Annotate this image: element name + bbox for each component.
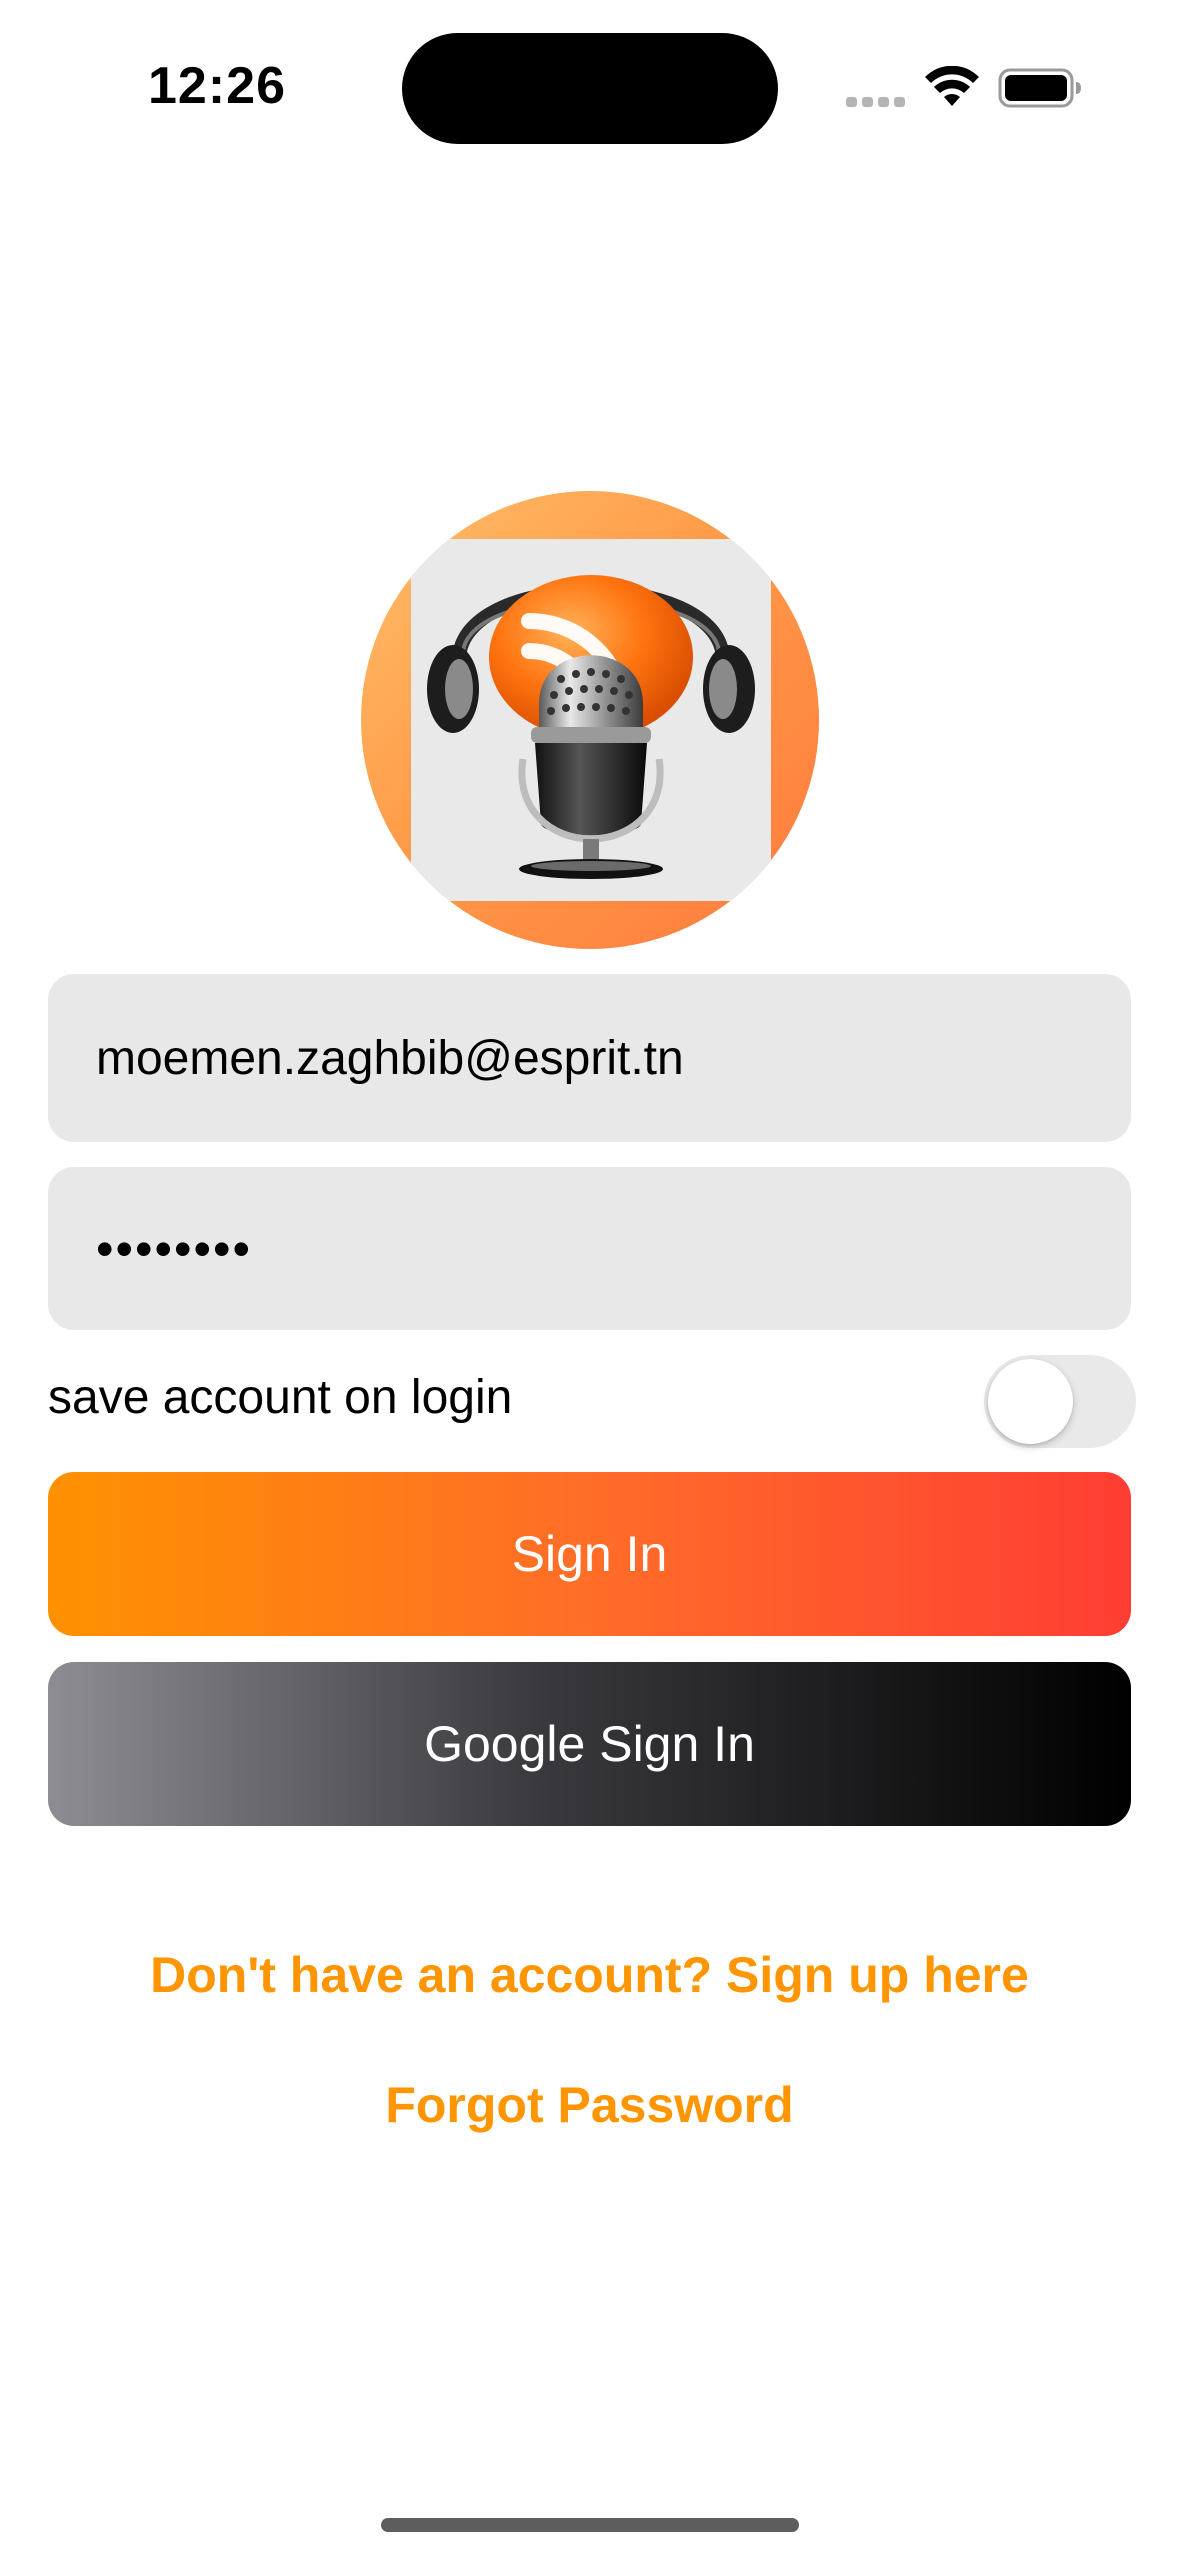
google-sign-in-button[interactable]: Google Sign In xyxy=(48,1662,1131,1826)
dynamic-island xyxy=(402,33,778,144)
sign-in-label: Sign In xyxy=(511,1526,668,1582)
google-sign-in-label: Google Sign In xyxy=(424,1716,755,1772)
battery-icon xyxy=(998,68,1081,108)
toggle-knob xyxy=(988,1359,1073,1444)
save-account-toggle[interactable] xyxy=(984,1355,1136,1448)
home-indicator[interactable] xyxy=(381,2518,799,2532)
save-account-label: save account on login xyxy=(48,1371,513,1424)
wifi-icon xyxy=(925,66,979,106)
cellular-signal-icon xyxy=(846,97,905,107)
podcast-microphone-icon xyxy=(411,539,771,901)
sign-up-link[interactable]: Don't have an account? Sign up here xyxy=(0,1946,1179,2004)
email-field[interactable]: moemen.zaghbib@esprit.tn xyxy=(48,974,1131,1142)
app-logo xyxy=(361,491,819,949)
status-time: 12:26 xyxy=(148,57,286,115)
password-field[interactable]: •••••••• xyxy=(48,1167,1131,1330)
sign-in-button[interactable]: Sign In xyxy=(48,1472,1131,1636)
forgot-password-link[interactable]: Forgot Password xyxy=(0,2076,1179,2134)
password-value: •••••••• xyxy=(96,1220,253,1277)
email-value: moemen.zaghbib@esprit.tn xyxy=(96,1031,684,1085)
